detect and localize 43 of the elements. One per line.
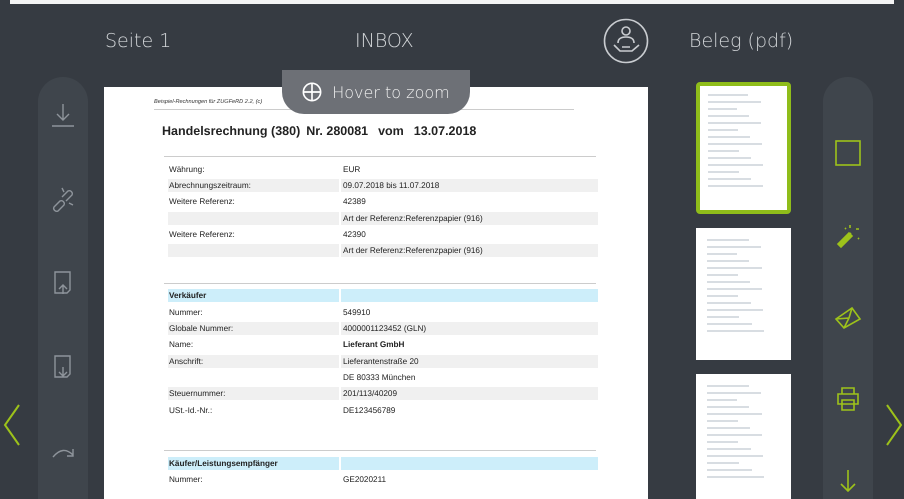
field-value: 201/113/40209 (343, 389, 398, 398)
download-icon[interactable] (49, 101, 77, 129)
date-word: vom (378, 124, 404, 138)
field-label: Währung: (169, 164, 204, 174)
field-label: Abrechnungszeitraum: (169, 180, 251, 190)
hover-to-zoom-badge: Hover to zoom (282, 70, 470, 114)
field-value: Art der Referenz:Referenzpapier (916) (343, 214, 483, 223)
field-label: Name: (169, 340, 194, 350)
field-value: DE123456789 (343, 406, 396, 414)
section-heading: Käufer/Leistungsempfänger (168, 456, 339, 470)
folder-title: INBOX (355, 30, 415, 52)
page-thumbnail[interactable] (696, 374, 791, 499)
field-label: Nummer: (169, 475, 203, 484)
invoice-title: Handelsrechnung (380) (162, 124, 300, 138)
document-type-title: Beleg (pdf) (689, 30, 794, 52)
field-value: EUR (343, 164, 360, 174)
field-value: DE 80333 München (343, 372, 416, 382)
section-heading: Verkäufer (168, 289, 339, 302)
field-value: 09.07.2018 bis 11.07.2018 (343, 180, 440, 190)
field-value: 42390 (343, 230, 366, 239)
field-label: Weitere Referenz: (169, 230, 235, 239)
field-label: Steuernummer: (169, 389, 226, 398)
field-value: Art der Referenz:Referenzpapier (916) (343, 246, 483, 256)
page-thumbnail[interactable] (696, 228, 791, 360)
field-value: 549910 (343, 308, 370, 317)
field-value: Lieferant GmbH (343, 340, 404, 350)
field-label: Weitere Referenz: (169, 197, 235, 206)
field-label: Nummer: (169, 308, 203, 317)
crosshair-icon (302, 82, 322, 102)
page-thumbnail[interactable] (696, 82, 791, 214)
field-label: Anschrift: (169, 356, 204, 366)
square-icon[interactable] (834, 139, 862, 167)
page-label: Seite 1 (105, 30, 172, 52)
invoice-date: 13.07.2018 (414, 124, 476, 138)
field-label: USt.-Id.-Nr.: (169, 406, 212, 414)
field-value: 42389 (343, 197, 366, 206)
field-label: Globale Nummer: (169, 324, 234, 334)
field-value: GE2020211 (343, 475, 386, 484)
field-value: 4000001123452 (GLN) (343, 324, 426, 334)
hand-person-icon[interactable] (603, 18, 649, 64)
field-value: Lieferantenstraße 20 (343, 356, 419, 366)
printer-icon[interactable] (834, 385, 862, 413)
invoice-number: Nr. 280081 (306, 124, 368, 138)
